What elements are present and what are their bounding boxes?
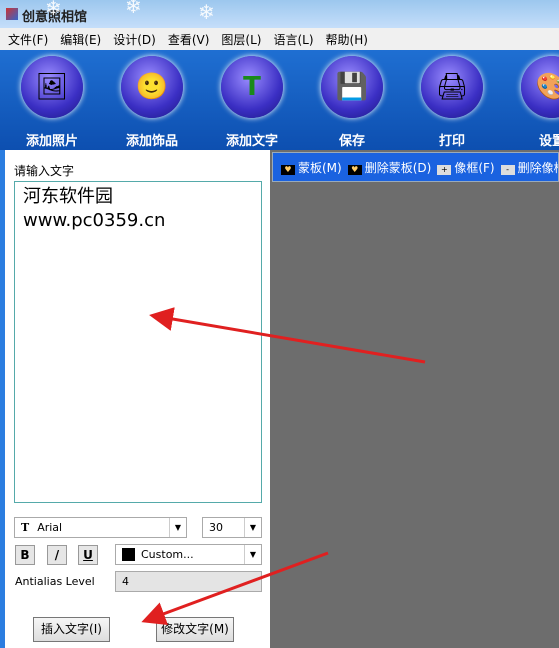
color-swatch [122,548,135,561]
antialias-select[interactable]: 4 [115,571,262,592]
font-select[interactable]: T Arial ▼ [14,517,187,538]
settings-button[interactable]: 🎨 设置 [507,56,559,149]
delete-mask-button[interactable]: ♥ 删除蒙板(D) [347,159,432,176]
font-icon: T [21,521,30,534]
mask-label: 蒙板(M) [298,160,342,175]
delete-frame-button[interactable]: -删除像框 [500,159,558,176]
menu-view[interactable]: 查看(V) [168,31,210,48]
chevron-down-icon: ▼ [244,545,261,564]
add-text-label: 添加文字 [225,134,278,149]
menu-language[interactable]: 语言(L) [273,31,313,48]
menu-design[interactable]: 设计(D) [113,31,156,48]
add-decoration-button[interactable]: 🙂 添加饰品 [107,56,197,149]
delete-mask-label: 删除蒙板(D) [364,160,432,175]
snowflake-icon: ❄ [198,0,215,24]
text-input[interactable]: 河东软件园 www.pc0359.cn [14,181,262,503]
font-value: Arial [37,521,63,534]
app-logo-icon [6,8,18,20]
mask-icon: ♥ [281,164,295,175]
frame-label: 像框(F) [454,160,495,175]
save-button[interactable]: 💾 保存 [307,56,397,149]
add-photo-button[interactable]: 🖼 添加照片 [7,56,97,149]
add-photo-label: 添加照片 [25,134,78,149]
font-size-value: 30 [209,521,223,534]
insert-text-button[interactable]: 插入文字(I) [33,617,110,642]
settings-icon: 🎨 [521,56,559,118]
print-icon: 🖨 [421,56,483,118]
modify-text-button[interactable]: 修改文字(M) [156,617,234,642]
delete-mask-icon: ♥ [347,164,362,175]
menu-layer[interactable]: 图层(L) [221,31,261,48]
mask-button[interactable]: ♥ 蒙板(M) [281,159,342,176]
snowflake-icon: ❄ [45,0,62,20]
frame-button[interactable]: + 像框(F) [437,159,495,176]
snowflake-icon: ❄ [125,0,142,18]
bold-button[interactable]: B [15,545,35,565]
add-decoration-label: 添加饰品 [125,134,178,149]
add-photo-icon: 🖼 [21,56,83,118]
add-text-button[interactable]: T 添加文字 [207,56,297,149]
delete-frame-icon: - [500,164,515,175]
chevron-down-icon: ▼ [244,518,261,537]
menu-edit[interactable]: 编辑(E) [60,31,101,48]
print-button[interactable]: 🖨 打印 [407,56,497,149]
italic-button[interactable]: / [47,545,67,565]
settings-label: 设置 [538,134,559,149]
canvas-area[interactable] [270,150,559,648]
color-select[interactable]: Custom... ▼ [115,544,262,565]
color-value: Custom... [141,548,194,561]
menu-help[interactable]: 帮助(H) [326,31,368,48]
print-label: 打印 [438,134,465,149]
main-toolbar: 🖼 添加照片 🙂 添加饰品 T 添加文字 💾 保存 🖨 打印 🎨 设置 [0,50,559,150]
delete-frame-label: 删除像框 [517,160,558,175]
add-text-icon: T [221,56,283,118]
menu-bar: 文件(F) 编辑(E) 设计(D) 查看(V) 图层(L) 语言(L) 帮助(H… [0,28,559,50]
menu-file[interactable]: 文件(F) [8,31,48,48]
antialias-label: Antialias Level [15,575,95,588]
font-size-select[interactable]: 30 ▼ [202,517,262,538]
underline-button[interactable]: U [78,545,98,565]
chevron-down-icon: ▼ [169,518,186,537]
text-prompt-label: 请输入文字 [14,164,75,178]
title-bar: 创意照相馆 ❄ ❄ ❄ [0,0,559,28]
layer-toolbar: ♥蒙板(M) ♥删除蒙板(D) +像框(F) -删除像框 [272,152,559,182]
add-decoration-icon: 🙂 [121,56,183,118]
frame-icon: + [437,164,452,175]
antialias-value: 4 [122,575,129,588]
save-icon: 💾 [321,56,383,118]
save-label: 保存 [338,134,365,149]
